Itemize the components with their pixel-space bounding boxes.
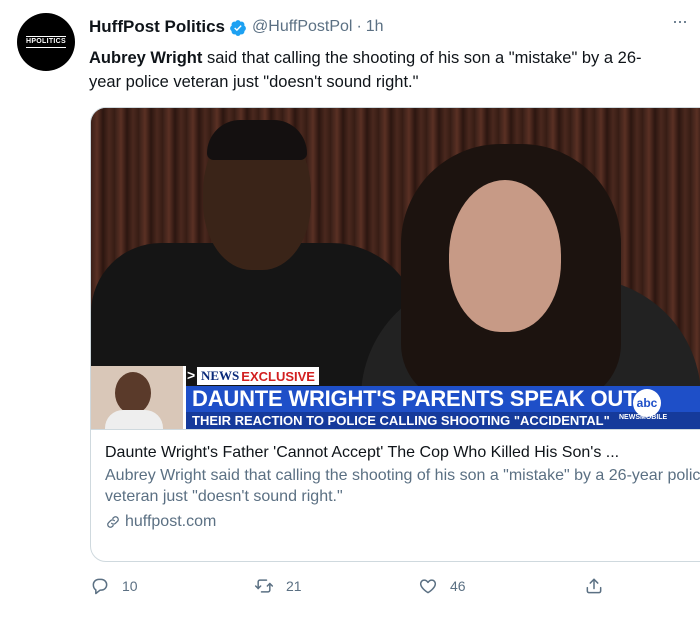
news-label: NEWS EXCLUSIVE <box>197 367 319 385</box>
retweet-icon <box>254 579 274 593</box>
timestamp[interactable]: 1h <box>366 18 384 36</box>
action-bar: 10 21 46 <box>88 576 608 604</box>
news-label-text: NEWS <box>201 368 240 383</box>
author-handle[interactable]: @HuffPostPol <box>252 18 352 36</box>
chevron-right-icon: > <box>187 367 196 383</box>
abc-logo: abc <box>633 389 661 417</box>
chyron-subhead: THEIR REACTION TO POLICE CALLING SHOOTIN… <box>192 413 610 428</box>
tweet-text-line2: year police veteran just "doesn't sound … <box>89 73 419 91</box>
tweet-header: HuffPost Politics @HuffPostPol · 1h <box>89 16 384 38</box>
share-button[interactable] <box>584 576 604 596</box>
avatar-text: HPOLITICS <box>25 36 67 48</box>
card-description: Aubrey Wright said that calling the shoo… <box>105 467 700 505</box>
author-name[interactable]: HuffPost Politics <box>89 17 225 37</box>
avatar[interactable]: HPOLITICS <box>17 13 75 71</box>
like-button[interactable]: 46 <box>418 576 466 596</box>
inset-photo-head <box>115 372 151 414</box>
reply-icon <box>92 578 108 595</box>
card-title: Daunte Wright's Father 'Cannot Accept' T… <box>105 444 620 461</box>
reply-count: 10 <box>122 578 138 594</box>
card-domain-text: huffpost.com <box>125 513 217 530</box>
man-hair <box>207 120 307 160</box>
card-media[interactable]: > NEWS EXCLUSIVE DAUNTE WRIGHT'S PARENTS… <box>91 108 700 429</box>
tweet-mention: Aubrey Wright <box>89 49 203 67</box>
headline-bar: DAUNTE WRIGHT'S PARENTS SPEAK OUT <box>186 386 700 412</box>
share-icon <box>586 578 602 594</box>
more-icon[interactable]: ··· <box>672 12 694 32</box>
tweet-text: Aubrey Wright said that calling the shoo… <box>89 46 700 94</box>
separator-dot: · <box>356 18 362 35</box>
woman-face <box>449 180 561 332</box>
reply-button[interactable]: 10 <box>90 576 138 596</box>
card-info[interactable]: Daunte Wright's Father 'Cannot Accept' T… <box>91 429 700 544</box>
retweet-count: 21 <box>286 578 302 594</box>
tweet-text-line1: said that calling the shooting of his so… <box>202 49 642 67</box>
exclusive-label: EXCLUSIVE <box>241 368 315 384</box>
link-card[interactable]: > NEWS EXCLUSIVE DAUNTE WRIGHT'S PARENTS… <box>90 107 700 562</box>
link-icon <box>107 515 119 528</box>
verified-icon <box>230 19 246 36</box>
retweet-button[interactable]: 21 <box>254 576 302 596</box>
inset-photo-shirt <box>105 410 163 429</box>
like-count: 46 <box>450 578 466 594</box>
inset-photo <box>91 366 186 429</box>
like-icon <box>419 579 437 594</box>
card-domain: huffpost.com <box>105 511 700 532</box>
chyron-headline: DAUNTE WRIGHT'S PARENTS SPEAK OUT <box>192 386 637 411</box>
newsmobile-logo: NEWSMOBILE <box>619 414 668 421</box>
